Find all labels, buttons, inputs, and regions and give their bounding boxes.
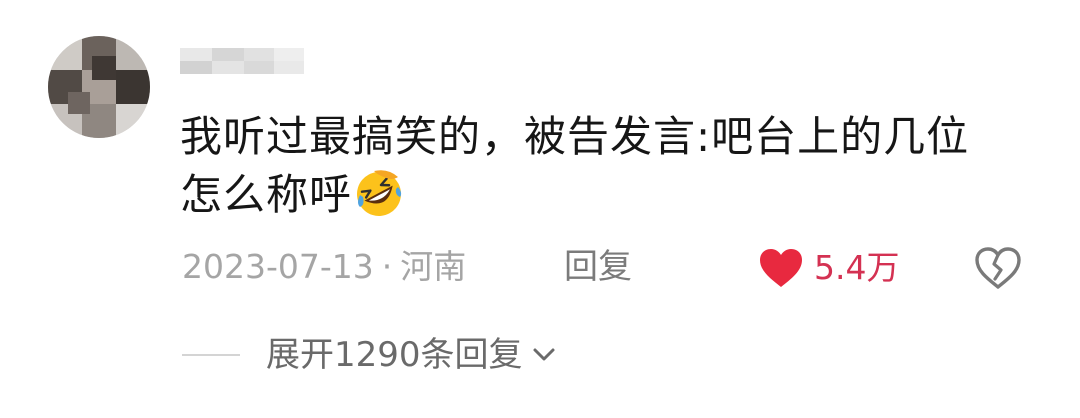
comment-text-line-2: 怎么称呼	[180, 166, 1040, 234]
expand-divider-line	[182, 354, 240, 356]
comment-date: 2023-07-13	[182, 247, 374, 286]
like-button[interactable]: 5.4万	[758, 246, 899, 290]
rolling-on-floor-laughing-emoji-icon	[354, 169, 404, 234]
username-redacted[interactable]	[180, 40, 330, 80]
expand-replies-button[interactable]: 展开1290条回复	[182, 330, 557, 380]
comment-meta: 2023-07-13 · 河南	[182, 242, 466, 292]
comment-text: 我听过最搞笑的，被告发言:吧台上的几位 怎么称呼	[180, 108, 1040, 234]
broken-heart-icon	[975, 247, 1021, 289]
expand-replies-label: 展开1290条回复	[266, 335, 523, 375]
comment-item: 我听过最搞笑的，被告发言:吧台上的几位 怎么称呼 2023-07-13 · 河南 回…	[0, 0, 1080, 418]
chevron-down-icon	[533, 348, 555, 361]
like-count: 5.4万	[814, 248, 900, 287]
meta-separator: ·	[381, 247, 393, 286]
heart-icon	[760, 249, 802, 287]
avatar[interactable]	[48, 36, 150, 138]
comment-text-line-2-text: 怎么称呼	[180, 170, 353, 219]
reply-button[interactable]: 回复	[564, 242, 632, 292]
comment-location: 河南	[400, 247, 467, 286]
dislike-button[interactable]	[974, 246, 1022, 290]
comment-text-line-1: 我听过最搞笑的，被告发言:吧台上的几位	[180, 112, 970, 161]
